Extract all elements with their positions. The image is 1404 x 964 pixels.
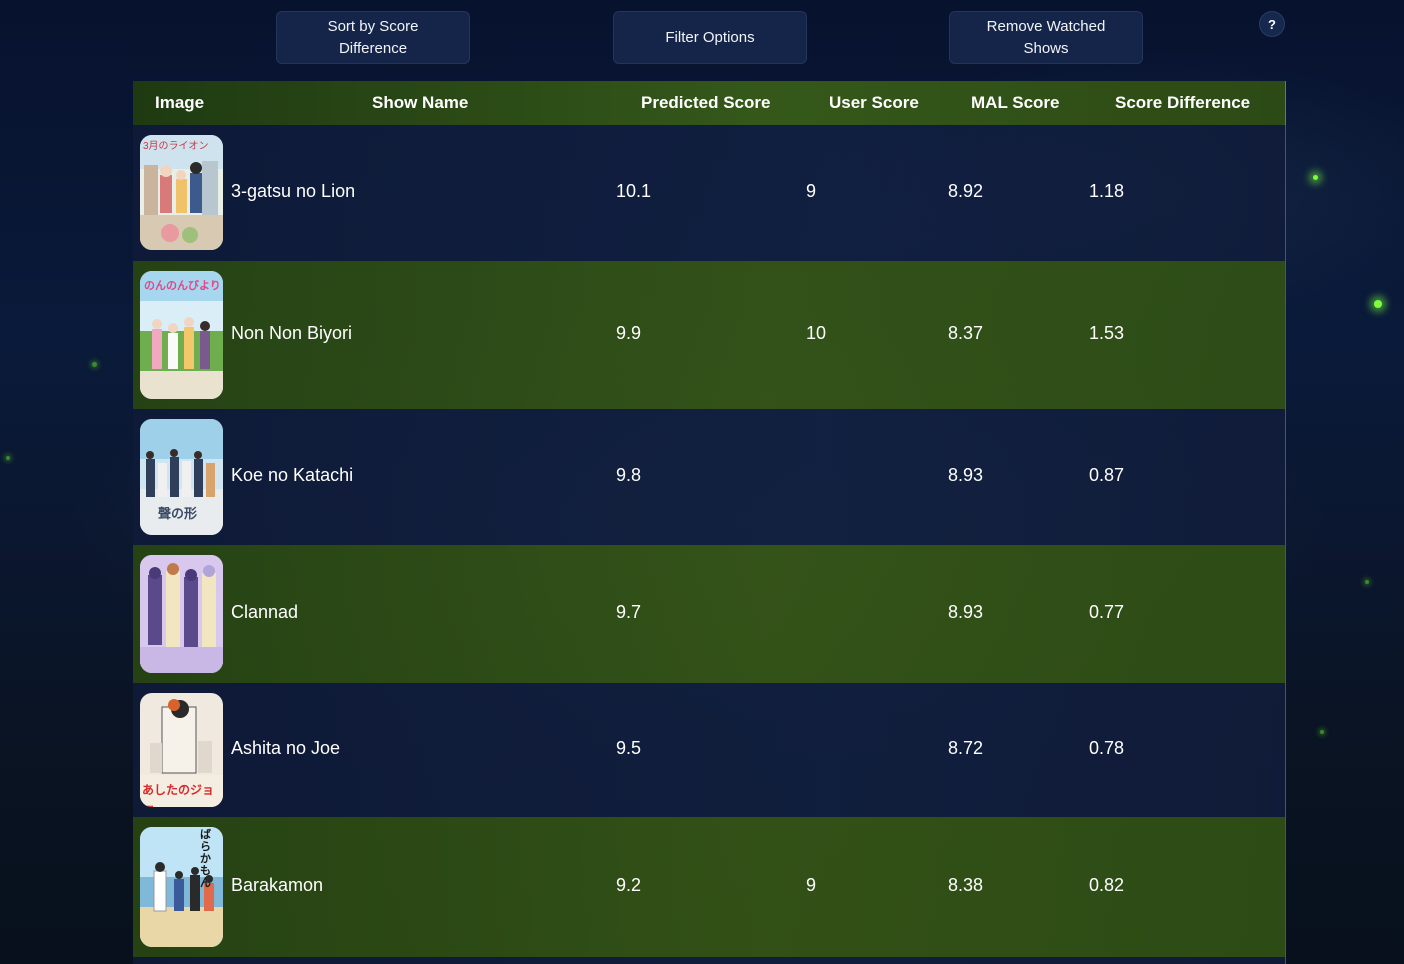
predicted-score: 9.9	[616, 323, 642, 343]
firefly	[6, 456, 10, 460]
firefly	[1313, 175, 1318, 180]
score-difference: 0.78	[1089, 738, 1125, 758]
score-difference: 0.77	[1089, 602, 1125, 622]
show-name: Koe no Katachi	[231, 465, 354, 485]
table-row[interactable]: あしたのジョー Ashita no Joe 9.5 8.72 0.78	[133, 683, 1286, 817]
header-show-name[interactable]: Show Name	[372, 81, 468, 125]
toolbar: Sort by Score Difference Filter Options …	[0, 0, 1404, 72]
anime-poster[interactable]: あしたのジョー	[140, 693, 223, 807]
poster-title-text: ばらかもん	[200, 829, 211, 889]
show-name: 3-gatsu no Lion	[231, 181, 356, 201]
anime-poster[interactable]: ばらかもん	[140, 827, 223, 947]
sort-by-score-difference-button[interactable]: Sort by Score Difference	[276, 11, 470, 64]
mal-score: 8.37	[948, 323, 984, 343]
table-row[interactable]: 聲の形 Koe no Katachi 9.8 8.93 0.87	[133, 409, 1286, 545]
predicted-score: 9.8	[616, 465, 642, 485]
mal-score: 8.72	[948, 738, 984, 758]
header-mal-score[interactable]: MAL Score	[971, 81, 1060, 125]
mal-score: 8.38	[948, 875, 984, 895]
score-difference: 1.53	[1089, 323, 1125, 343]
anime-poster[interactable]	[140, 555, 223, 673]
anime-poster[interactable]: のんのんびより	[140, 271, 223, 399]
score-difference: 0.82	[1089, 875, 1125, 895]
firefly	[1365, 580, 1369, 584]
header-image[interactable]: Image	[155, 81, 204, 125]
firefly	[1374, 300, 1382, 308]
filter-button-label: Filter Options	[665, 28, 755, 46]
user-score: 9	[806, 181, 817, 201]
show-name: Clannad	[231, 602, 299, 622]
score-difference: 1.18	[1089, 181, 1125, 201]
show-name: Barakamon	[231, 875, 324, 895]
anime-poster[interactable]: 聲の形	[140, 419, 223, 535]
table-row-partial[interactable]	[133, 957, 1286, 964]
help-icon: ?	[1268, 16, 1276, 32]
help-button[interactable]: ?	[1259, 11, 1285, 37]
table-row[interactable]: ばらかもん Barakamon 9.2 9 8.38 0.82	[133, 817, 1286, 957]
table-row[interactable]: のんのんびより Non Non Biyori 9.9 10 8.37 1.53	[133, 261, 1286, 409]
header-user-score[interactable]: User Score	[829, 81, 919, 125]
mal-score: 8.93	[948, 465, 984, 485]
header-predicted-score[interactable]: Predicted Score	[641, 81, 770, 125]
predicted-score: 9.5	[616, 738, 642, 758]
sort-button-label: Sort by Score Difference	[327, 17, 419, 57]
score-difference: 0.87	[1089, 465, 1125, 485]
poster-title-text: 3月のライオン	[143, 141, 209, 152]
predicted-score: 9.2	[616, 875, 642, 895]
mal-score: 8.93	[948, 602, 984, 622]
table-row[interactable]: Clannad 9.7 8.93 0.77	[133, 545, 1286, 683]
firefly	[92, 362, 97, 367]
remove-button-label: Remove Watched Shows	[986, 17, 1106, 57]
recommendations-table: Image Show Name Predicted Score User Sco…	[133, 81, 1286, 964]
remove-watched-shows-button[interactable]: Remove Watched Shows	[949, 11, 1143, 64]
table-header: Image Show Name Predicted Score User Sco…	[133, 81, 1286, 125]
firefly	[1320, 730, 1324, 734]
mal-score: 8.92	[948, 181, 984, 201]
anime-poster[interactable]: 3月のライオン	[140, 135, 223, 250]
header-score-difference[interactable]: Score Difference	[1115, 81, 1250, 125]
table-row[interactable]: 3月のライオン 3-gatsu no Lion 10.1 9 8.92 1.18	[133, 125, 1286, 261]
poster-title-text: あしたのジョー	[142, 783, 215, 807]
user-score: 10	[806, 323, 827, 343]
poster-title-text: 聲の形	[158, 506, 198, 521]
predicted-score: 10.1	[616, 181, 652, 201]
show-name: Non Non Biyori	[231, 323, 353, 343]
filter-options-button[interactable]: Filter Options	[613, 11, 807, 64]
poster-title-text: のんのんびより	[144, 280, 221, 292]
user-score: 9	[806, 875, 817, 895]
show-name: Ashita no Joe	[231, 738, 341, 758]
predicted-score: 9.7	[616, 602, 642, 622]
